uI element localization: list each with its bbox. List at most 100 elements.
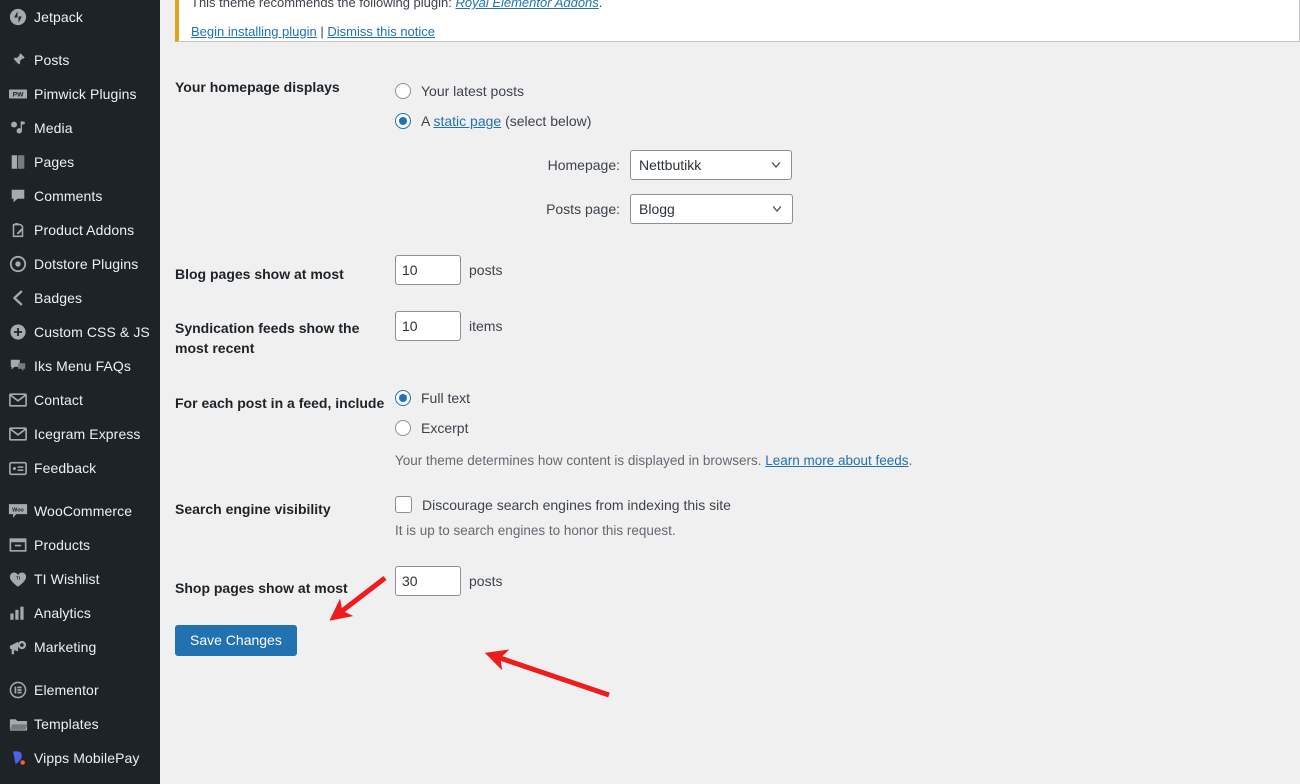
shop-pages-unit: posts bbox=[469, 573, 503, 590]
svg-text:TI: TI bbox=[16, 575, 21, 581]
sidebar-item-templates[interactable]: Templates bbox=[0, 707, 160, 741]
sidebar-item-label: Comments bbox=[34, 188, 103, 204]
media-icon bbox=[2, 119, 34, 137]
sidebar-item-woocommerce[interactable]: Woo WooCommerce bbox=[0, 494, 160, 528]
sidebar-item-iks-menu-faqs[interactable]: Iks Menu FAQs bbox=[0, 349, 160, 383]
row-syndication-feeds: Syndication feeds show the most recent i… bbox=[175, 311, 1295, 358]
sidebar-item-products[interactable]: Products bbox=[0, 528, 160, 562]
field-homepage-displays: Your latest posts A static page (select … bbox=[395, 76, 1295, 238]
label-homepage-select: Homepage: bbox=[547, 157, 620, 173]
sidebar-item-label: Templates bbox=[34, 716, 99, 732]
blog-pages-input[interactable] bbox=[395, 255, 461, 285]
sidebar-item-label: Dotstore Plugins bbox=[34, 256, 139, 272]
notice-text-prefix: This theme recommends the following plug… bbox=[191, 0, 456, 10]
row-homepage-select: Homepage: Nettbutikk bbox=[395, 150, 1295, 180]
label-search-engine-visibility: Search engine visibility bbox=[175, 501, 331, 518]
sidebar-item-badges[interactable]: Badges bbox=[0, 281, 160, 315]
reading-settings-form: Your homepage displays Your latest posts… bbox=[175, 60, 1295, 656]
sidebar-separator bbox=[0, 485, 160, 494]
search-visibility-help-text: It is up to search engines to honor this… bbox=[395, 523, 676, 539]
radio-option-excerpt[interactable]: Excerpt bbox=[395, 413, 1295, 443]
sidebar-item-label: Media bbox=[34, 120, 73, 136]
label-blog-pages: Blog pages show at most bbox=[175, 266, 344, 282]
radio-option-full-text[interactable]: Full text bbox=[395, 383, 1295, 413]
sidebar-item-feedback[interactable]: Feedback bbox=[0, 451, 160, 485]
blog-pages-unit: posts bbox=[469, 262, 503, 278]
syndication-feeds-unit: items bbox=[469, 318, 503, 334]
label-homepage-displays: Your homepage displays bbox=[175, 79, 340, 95]
shop-pages-input[interactable] bbox=[395, 566, 461, 597]
royal-elementor-addons-link[interactable]: Royal Elementor Addons bbox=[455, 0, 598, 10]
sidebar-item-label: Elementor bbox=[34, 682, 99, 698]
static-page-link[interactable]: static page bbox=[433, 113, 501, 129]
sidebar-item-jetpack[interactable]: Jetpack bbox=[0, 0, 160, 34]
field-shop-pages: posts bbox=[395, 566, 1295, 597]
sidebar-item-icegram-express[interactable]: Icegram Express bbox=[0, 417, 160, 451]
radio-label-full-text: Full text bbox=[421, 390, 471, 407]
sidebar-item-ti-wishlist[interactable]: TI TI Wishlist bbox=[0, 562, 160, 596]
analytics-bars-icon bbox=[2, 605, 34, 621]
radio-full-text[interactable] bbox=[395, 390, 411, 407]
static-page-prefix: A bbox=[421, 113, 434, 129]
posts-page-select-wrapper: Blogg bbox=[630, 194, 793, 224]
save-changes-button[interactable]: Save Changes bbox=[175, 624, 297, 656]
sidebar-item-comments[interactable]: Comments bbox=[0, 179, 160, 213]
sidebar-item-label: Posts bbox=[34, 52, 70, 68]
label-syndication-feeds: Syndication feeds show the most recent bbox=[175, 320, 360, 356]
dotstore-icon bbox=[2, 255, 34, 273]
posts-page-select[interactable]: Blogg bbox=[630, 194, 793, 224]
sidebar-item-label: WooCommerce bbox=[34, 503, 133, 519]
sidebar-item-posts[interactable]: Posts bbox=[0, 43, 160, 77]
learn-more-about-feeds-link[interactable]: Learn more about feeds bbox=[765, 453, 908, 468]
dismiss-notice-link[interactable]: Dismiss this notice bbox=[327, 24, 435, 39]
faq-icon bbox=[2, 357, 34, 375]
discourage-search-engines-checkbox[interactable] bbox=[395, 496, 412, 514]
sidebar-item-vipps-mobilepay[interactable]: Vipps MobilePay bbox=[0, 741, 160, 775]
svg-text:Woo: Woo bbox=[12, 507, 24, 513]
sidebar-item-pages[interactable]: Pages bbox=[0, 145, 160, 179]
admin-sidebar-menu[interactable]: Jetpack Posts PW Pimwick Plugins Media Pages C… bbox=[0, 0, 160, 784]
syndication-feeds-input[interactable] bbox=[395, 311, 461, 341]
radio-latest-posts[interactable] bbox=[395, 83, 411, 99]
sidebar-item-label: Pimwick Plugins bbox=[34, 86, 137, 102]
sidebar-item-media[interactable]: Media bbox=[0, 111, 160, 145]
sidebar-item-label: Badges bbox=[34, 290, 83, 306]
row-feed-include: For each post in a feed, include Full te… bbox=[175, 390, 1295, 468]
comments-icon bbox=[2, 187, 34, 205]
homepage-select-wrapper: Nettbutikk bbox=[630, 150, 792, 180]
begin-installing-plugin-link[interactable]: Begin installing plugin bbox=[191, 24, 317, 39]
sidebar-item-label: Contact bbox=[34, 392, 83, 408]
radio-option-latest-posts[interactable]: Your latest posts bbox=[395, 76, 1295, 106]
static-page-selectors: Homepage: Nettbutikk Posts page: Blogg bbox=[395, 150, 1295, 224]
radio-static-page[interactable] bbox=[395, 113, 411, 129]
sidebar-item-label: Vipps MobilePay bbox=[34, 750, 140, 766]
envelope-icon bbox=[2, 427, 34, 441]
checkbox-option-discourage[interactable]: Discourage search engines from indexing … bbox=[395, 496, 1295, 514]
sidebar-item-elementor[interactable]: Elementor bbox=[0, 673, 160, 707]
sidebar-item-marketing[interactable]: Marketing bbox=[0, 630, 160, 664]
sidebar-item-pimwick-plugins[interactable]: PW Pimwick Plugins bbox=[0, 77, 160, 111]
feedback-icon bbox=[2, 461, 34, 476]
sidebar-item-contact[interactable]: Contact bbox=[0, 383, 160, 417]
sidebar-item-label: Product Addons bbox=[34, 222, 135, 238]
megaphone-icon bbox=[2, 639, 34, 656]
checkbox-label-discourage: Discourage search engines from indexing … bbox=[422, 496, 731, 513]
sidebar-item-product-addons[interactable]: Product Addons bbox=[0, 213, 160, 247]
sidebar-item-label: Jetpack bbox=[34, 9, 83, 25]
sidebar-item-label: Iks Menu FAQs bbox=[34, 358, 131, 374]
wordpress-admin-reading-settings: Jetpack Posts PW Pimwick Plugins Media Pages C… bbox=[0, 0, 1300, 784]
sidebar-item-custom-css-js[interactable]: Custom CSS & JS bbox=[0, 315, 160, 349]
vipps-icon bbox=[2, 749, 34, 767]
sidebar-item-label: Icegram Express bbox=[34, 426, 141, 442]
sidebar-item-analytics[interactable]: Analytics bbox=[0, 596, 160, 630]
homepage-select[interactable]: Nettbutikk bbox=[630, 150, 792, 180]
jetpack-icon bbox=[2, 8, 34, 26]
label-posts-page-select: Posts page: bbox=[546, 201, 620, 217]
sidebar-item-label: Feedback bbox=[34, 460, 97, 476]
elementor-icon bbox=[2, 681, 34, 699]
pimwick-icon: PW bbox=[2, 87, 34, 101]
radio-option-static-page[interactable]: A static page (select below) bbox=[395, 106, 1295, 136]
sidebar-item-dotstore-plugins[interactable]: Dotstore Plugins bbox=[0, 247, 160, 281]
field-syndication-feeds: items bbox=[395, 311, 1295, 341]
radio-excerpt[interactable] bbox=[395, 420, 411, 437]
